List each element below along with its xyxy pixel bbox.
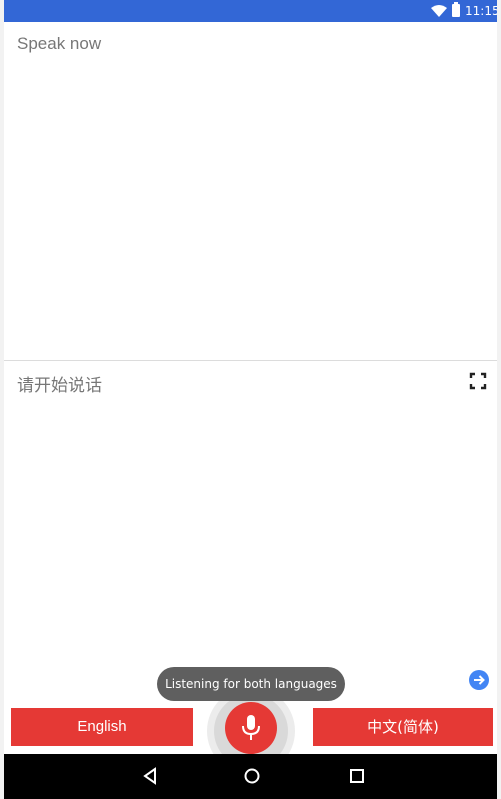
- target-panel[interactable]: 请开始说话: [4, 362, 497, 706]
- battery-icon: [452, 2, 460, 17]
- wifi-icon: [431, 5, 447, 17]
- home-circle-icon[interactable]: [242, 766, 262, 786]
- target-prompt: 请开始说话: [17, 376, 102, 396]
- arrow-right-circle-icon[interactable]: [469, 670, 489, 690]
- fullscreen-icon[interactable]: [469, 372, 487, 390]
- back-triangle-icon[interactable]: [140, 766, 160, 786]
- mic-button[interactable]: [225, 702, 277, 754]
- source-panel[interactable]: Speak now: [4, 22, 497, 361]
- status-time: 11:15: [465, 4, 497, 18]
- recents-square-icon[interactable]: [347, 766, 367, 786]
- status-bar: 11:15: [4, 0, 497, 22]
- navigation-bar: [4, 754, 497, 799]
- source-prompt: Speak now: [17, 34, 102, 53]
- microphone-icon: [242, 715, 260, 740]
- app-frame: 11:15 Speak now 请开始说话 English 中文(简体) Lis…: [4, 0, 497, 799]
- language-button-english[interactable]: English: [11, 708, 193, 746]
- listening-toast: Listening for both languages: [157, 667, 345, 701]
- language-button-chinese[interactable]: 中文(简体): [313, 708, 493, 746]
